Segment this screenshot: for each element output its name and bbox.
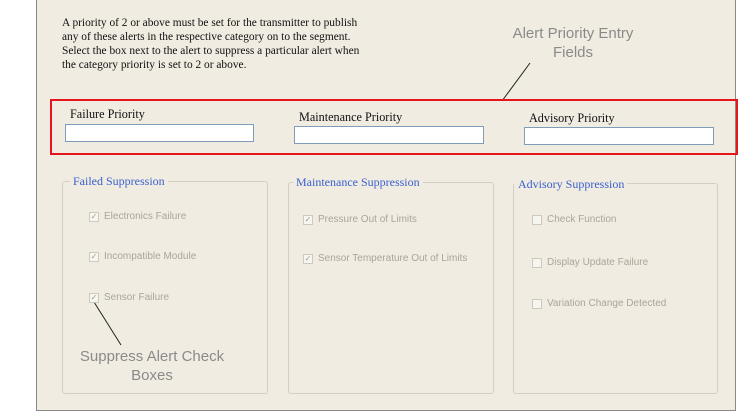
failed-suppression-title: Failed Suppression [70,174,168,189]
incompatible-module-checkbox[interactable]: ✓ [89,251,99,262]
advisory-priority-input[interactable] [524,127,714,145]
check-function-checkbox[interactable] [532,214,542,225]
check-row-variation-change-detected[interactable]: Variation Change Detected [532,298,666,309]
display-update-failure-label: Display Update Failure [547,257,649,268]
pressure-out-of-limits-checkbox[interactable]: ✓ [303,214,313,225]
electronics-failure-checkbox[interactable]: ✓ [89,211,99,222]
variation-change-detected-checkbox[interactable] [532,298,542,309]
incompatible-module-label: Incompatible Module [104,251,197,262]
failure-priority-input[interactable] [65,124,254,142]
check-row-sensor-temperature-out-of-limits[interactable]: ✓ Sensor Temperature Out of Limits [303,253,467,264]
variation-change-detected-label: Variation Change Detected [547,298,667,309]
sensor-failure-label: Sensor Failure [104,292,170,303]
electronics-failure-label: Electronics Failure [104,211,187,222]
check-function-label: Check Function [547,214,617,225]
failure-priority-label: Failure Priority [70,107,145,121]
check-row-electronics-failure[interactable]: ✓ Electronics Failure [89,211,186,222]
advisory-suppression-title: Advisory Suppression [515,177,628,192]
check-row-check-function[interactable]: Check Function [532,214,616,225]
sensor-temperature-out-of-limits-label: Sensor Temperature Out of Limits [318,253,468,264]
check-row-pressure-out-of-limits[interactable]: ✓ Pressure Out of Limits [303,214,417,225]
maintenance-suppression-title: Maintenance Suppression [293,175,423,190]
maintenance-priority-label: Maintenance Priority [299,110,403,124]
check-row-incompatible-module[interactable]: ✓ Incompatible Module [89,251,196,262]
check-row-sensor-failure[interactable]: ✓ Sensor Failure [89,292,169,303]
sensor-temperature-out-of-limits-checkbox[interactable]: ✓ [303,253,313,264]
sensor-failure-checkbox[interactable]: ✓ [89,292,99,303]
callout-suppress-alert-check-boxes: Suppress Alert Check Boxes [79,348,225,384]
pressure-out-of-limits-label: Pressure Out of Limits [318,214,417,225]
maintenance-priority-input[interactable] [294,126,484,144]
leader-line-priority-fields [501,62,531,102]
check-row-display-update-failure[interactable]: Display Update Failure [532,257,648,268]
display-update-failure-checkbox[interactable] [532,257,542,268]
advisory-priority-label: Advisory Priority [529,111,615,125]
